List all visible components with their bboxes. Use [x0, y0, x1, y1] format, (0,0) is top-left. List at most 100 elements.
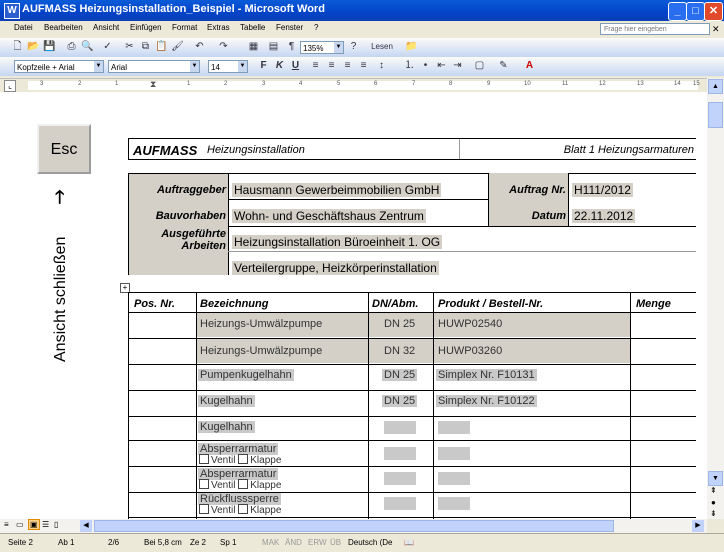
- pilcrow-icon[interactable]: ¶: [284, 40, 299, 54]
- help-search-input[interactable]: Frage hier eingeben: [600, 23, 710, 35]
- web-view-icon[interactable]: ▭: [16, 520, 24, 529]
- justify-icon[interactable]: ≡: [356, 59, 371, 73]
- scroll-down-icon[interactable]: ▼: [708, 471, 723, 486]
- row-product-empty[interactable]: [438, 421, 470, 434]
- border-icon[interactable]: ▢: [472, 59, 487, 73]
- checkbox[interactable]: [199, 479, 209, 489]
- open-icon[interactable]: 📂: [26, 40, 41, 54]
- table-icon[interactable]: ▦: [246, 40, 261, 54]
- status-mode-ueb[interactable]: ÜB: [330, 538, 341, 547]
- previous-page-icon[interactable]: ⇞: [710, 486, 717, 495]
- align-right-icon[interactable]: ≡: [340, 59, 355, 73]
- menu-ansicht[interactable]: Ansicht: [93, 23, 119, 32]
- checkbox[interactable]: [238, 479, 249, 489]
- row-dn-empty[interactable]: [384, 497, 416, 510]
- row-product[interactable]: HUWP02540: [438, 318, 502, 330]
- checkbox[interactable]: [238, 454, 249, 464]
- row-dn[interactable]: DN 25: [384, 318, 415, 330]
- row-product-empty[interactable]: [438, 447, 470, 460]
- font-select[interactable]: Arial ▼: [108, 60, 200, 73]
- row-name[interactable]: Heizungs-Umwälzpumpe: [200, 318, 322, 330]
- read-button[interactable]: Lesen: [366, 40, 398, 54]
- menu-extras[interactable]: Extras: [207, 23, 230, 32]
- italic-icon[interactable]: K: [272, 59, 287, 73]
- outline-view-icon[interactable]: ☰: [42, 520, 49, 529]
- checkbox[interactable]: [238, 504, 249, 514]
- status-mode-erw[interactable]: ERW: [308, 538, 327, 547]
- bold-icon[interactable]: F: [256, 59, 271, 73]
- close-document-icon[interactable]: ✕: [712, 24, 720, 35]
- next-page-icon[interactable]: ⇟: [710, 509, 717, 518]
- menu-tabelle[interactable]: Tabelle: [240, 23, 265, 32]
- row-product-empty[interactable]: [438, 497, 470, 510]
- menu-datei[interactable]: Datei: [14, 23, 33, 32]
- format-painter-icon[interactable]: 🖌: [170, 40, 185, 54]
- redo-icon[interactable]: ↷: [216, 40, 231, 54]
- row-dn[interactable]: DN 32: [384, 345, 415, 357]
- normal-view-icon[interactable]: ≡: [4, 520, 9, 529]
- copy-icon[interactable]: ⧉: [138, 40, 153, 54]
- menu-fenster[interactable]: Fenster: [276, 23, 303, 32]
- horizontal-scrollbar[interactable]: ≡ ▭ ▣ ☰ ▯ ◀ ▶: [0, 519, 707, 533]
- row-dn[interactable]: DN 25: [382, 369, 418, 381]
- row-dn-empty[interactable]: [384, 472, 416, 485]
- spelling-icon[interactable]: ✓: [100, 40, 115, 54]
- help-icon[interactable]: ?: [346, 40, 361, 54]
- folder-icon[interactable]: 📁: [404, 40, 419, 54]
- minimize-button[interactable]: _: [668, 2, 687, 21]
- highlight-icon[interactable]: ✎: [496, 59, 511, 73]
- line-spacing-icon[interactable]: ↕: [374, 59, 389, 73]
- menu-bearbeiten[interactable]: Bearbeiten: [44, 23, 83, 32]
- decrease-indent-icon[interactable]: ⇤: [434, 59, 449, 73]
- row-dn[interactable]: DN 25: [382, 395, 418, 407]
- scroll-right-icon[interactable]: ▶: [692, 520, 704, 532]
- row-name[interactable]: Heizungs-Umwälzpumpe: [200, 345, 322, 357]
- print-icon[interactable]: ⎙: [64, 40, 79, 54]
- maximize-button[interactable]: □: [686, 2, 705, 21]
- menu-einfuegen[interactable]: Einfügen: [130, 23, 162, 32]
- paste-icon[interactable]: 📋: [154, 40, 169, 54]
- works-value-1[interactable]: Heizungsinstallation Büroeinheit 1. OG: [232, 235, 443, 249]
- scroll-up-icon[interactable]: ▲: [708, 79, 723, 94]
- status-mode-aend[interactable]: ÄND: [285, 538, 302, 547]
- checkbox[interactable]: [199, 504, 209, 514]
- increase-indent-icon[interactable]: ⇥: [450, 59, 465, 73]
- numbering-icon[interactable]: ⒈: [402, 59, 417, 73]
- project-value[interactable]: Wohn- und Geschäftshaus Zentrum: [232, 209, 426, 223]
- status-mode-mak[interactable]: MAK: [262, 538, 279, 547]
- save-icon[interactable]: 💾: [42, 40, 57, 54]
- row-dn-empty[interactable]: [384, 447, 416, 460]
- tab-selector-icon[interactable]: ⌞: [4, 80, 16, 92]
- row-name[interactable]: Pumpenkugelhahn: [198, 369, 294, 381]
- order-value[interactable]: H111/2012: [572, 183, 633, 197]
- underline-icon[interactable]: U: [288, 59, 303, 73]
- print-view-icon[interactable]: ▣: [28, 519, 40, 530]
- font-color-icon[interactable]: A: [522, 59, 537, 73]
- menu-format[interactable]: Format: [172, 23, 197, 32]
- date-value[interactable]: 22.11.2012: [572, 209, 636, 223]
- ruler-scale[interactable]: 3 2 1 1 2 3 4 5 6 7 8 9 10 11 12 13 14 1…: [28, 79, 700, 90]
- close-button[interactable]: ✕: [704, 2, 723, 21]
- row-product[interactable]: Simplex Nr. F10131: [436, 369, 537, 381]
- cut-icon[interactable]: ✂: [122, 40, 137, 54]
- close-view-label[interactable]: Ansicht schließen: [52, 212, 70, 362]
- menu-help[interactable]: ?: [314, 23, 318, 32]
- align-center-icon[interactable]: ≡: [324, 59, 339, 73]
- indent-marker-icon[interactable]: ⧗: [150, 79, 156, 90]
- drawing-icon[interactable]: ▤: [266, 40, 281, 54]
- print-preview-icon[interactable]: 🔍: [80, 40, 95, 54]
- row-product-empty[interactable]: [438, 472, 470, 485]
- bullets-icon[interactable]: •: [418, 59, 433, 73]
- works-value-2[interactable]: Verteilergruppe, Heizkörperinstallation: [232, 261, 439, 275]
- browse-object-icon[interactable]: ●: [711, 498, 716, 507]
- row-product[interactable]: HUWP03260: [438, 345, 502, 357]
- horizontal-scroll-thumb[interactable]: [94, 520, 614, 532]
- style-select[interactable]: Kopfzeile + Arial ▼: [14, 60, 104, 73]
- spelling-status-icon[interactable]: 📖: [404, 538, 414, 547]
- row-product[interactable]: Simplex Nr. F10122: [436, 395, 537, 407]
- row-name[interactable]: Kugelhahn: [198, 395, 255, 407]
- esc-button[interactable]: Esc: [37, 124, 91, 174]
- new-document-icon[interactable]: 🗋: [10, 40, 25, 54]
- scroll-thumb[interactable]: [708, 102, 723, 128]
- font-size-select[interactable]: 14 ▼: [208, 60, 248, 73]
